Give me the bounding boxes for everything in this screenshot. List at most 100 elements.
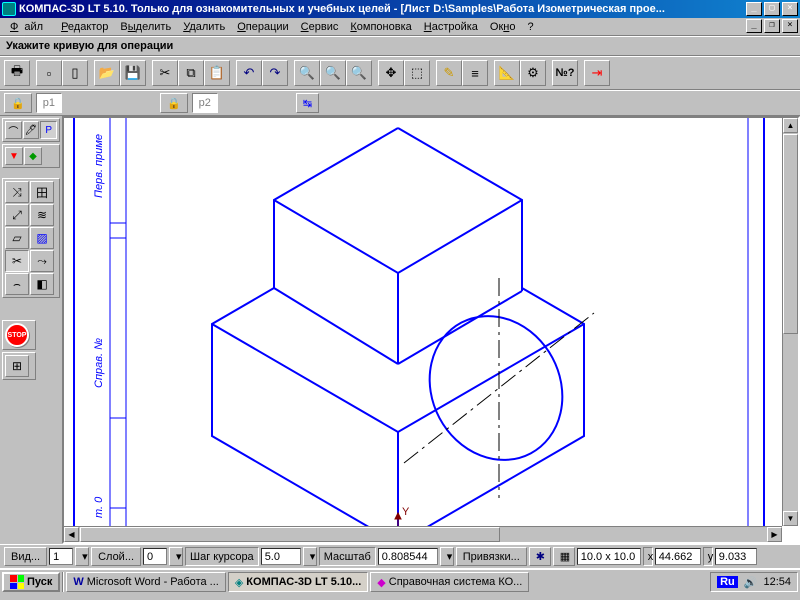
tab-geometry[interactable]: ⌒ <box>5 121 22 139</box>
tool-deform[interactable]: ▱ <box>5 227 29 249</box>
tool-mirror[interactable]: ≋ <box>30 204 54 226</box>
tool-scale[interactable]: ⤢ <box>5 204 29 226</box>
tab-edit[interactable]: P <box>40 121 57 139</box>
tab-annotations[interactable]: ▼ <box>5 147 23 165</box>
view-value[interactable]: 1 <box>49 548 73 565</box>
minimize-button[interactable]: _ <box>746 2 762 16</box>
print-button[interactable]: 🖶 <box>4 60 30 86</box>
layer-value[interactable]: 0 <box>143 548 167 565</box>
scroll-down-button[interactable]: ▼ <box>783 511 798 526</box>
save-button[interactable]: 💾 <box>120 60 146 86</box>
menu-service[interactable]: Сервис <box>301 21 339 33</box>
measure-button[interactable]: 📐 <box>494 60 520 86</box>
new-sheet-button[interactable]: ▯ <box>62 60 88 86</box>
zoom-window-button[interactable]: ⬚ <box>404 60 430 86</box>
menu-layout[interactable]: Компоновка <box>350 21 411 33</box>
open-button[interactable]: 📂 <box>94 60 120 86</box>
grid-toggle-button[interactable]: ▦ <box>553 547 575 566</box>
mdi-close-button[interactable]: × <box>782 19 798 33</box>
tool-copy[interactable]: ▨ <box>30 227 54 249</box>
context-help-button[interactable]: №? <box>552 60 578 86</box>
paste-button[interactable]: 📋 <box>204 60 230 86</box>
tab-dimensions[interactable]: 🖊 <box>23 121 40 139</box>
side-text-bottom: Справ. № <box>93 338 105 388</box>
menu-help[interactable]: ? <box>528 21 534 33</box>
horizontal-scrollbar[interactable]: ◀ ▶ <box>64 526 782 542</box>
task-word[interactable]: WMicrosoft Word - Работа ... <box>66 572 225 592</box>
v-scroll-thumb[interactable] <box>783 134 798 334</box>
snap-button[interactable]: Привязки... <box>456 547 527 566</box>
x-label: x <box>643 547 653 566</box>
tray-icon[interactable]: 🔊 <box>744 576 758 589</box>
mdi-restore-button[interactable]: ❐ <box>764 19 780 33</box>
layer-dropdown[interactable]: ▾ <box>169 547 183 566</box>
step-dropdown[interactable]: ▾ <box>303 547 317 566</box>
drawing-canvas[interactable]: Перв. приме Справ. № т. 0 <box>62 116 800 544</box>
menu-editor[interactable]: Редактор <box>61 21 108 33</box>
scale-dropdown[interactable]: ▾ <box>440 547 454 566</box>
copy-button[interactable]: ⧉ <box>178 60 204 86</box>
p2-lock-button[interactable]: 🔒 <box>160 93 188 113</box>
scroll-left-button[interactable]: ◀ <box>64 527 79 542</box>
task-kompas[interactable]: ◈КОМПАС-3D LT 5.10... <box>228 572 368 592</box>
mdi-minimize-button[interactable]: _ <box>746 19 762 33</box>
view-dropdown[interactable]: ▾ <box>75 547 89 566</box>
zoom-in-button[interactable]: 🔍 <box>294 60 320 86</box>
edit-tool-button[interactable]: ✎ <box>436 60 462 86</box>
language-indicator[interactable]: Ru <box>717 576 738 588</box>
app-icon <box>2 2 16 16</box>
menu-delete[interactable]: Удалить <box>183 21 225 33</box>
menu-window[interactable]: Окно <box>490 21 516 33</box>
zoom-fit-button[interactable]: 🔍 <box>346 60 372 86</box>
scroll-right-button[interactable]: ▶ <box>767 527 782 542</box>
auto-create-button[interactable]: ⊞ <box>5 355 29 377</box>
view-button[interactable]: Вид... <box>4 547 47 566</box>
maximize-button[interactable]: ▢ <box>764 2 780 16</box>
side-text-extra: т. 0 <box>93 496 105 518</box>
layer-button[interactable]: Слой... <box>91 547 141 566</box>
window-titlebar: КОМПАС-3D LT 5.10. Только для ознакомите… <box>0 0 800 18</box>
cut-button[interactable]: ✂ <box>152 60 178 86</box>
tool-palettes: ⌒ 🖊 P ▼ ◆ ⤨ 田 ⤢ ≋ ▱ ▨ ✂ ⤳ ⌢ ◧ STOP ⊞ <box>0 116 62 544</box>
tool-trim[interactable]: ✂ <box>5 250 29 272</box>
tool-extend[interactable]: ⤳ <box>30 250 54 272</box>
tool-chamfer[interactable]: ◧ <box>30 273 54 295</box>
step-label: Шаг курсора <box>185 547 259 566</box>
direction-button[interactable]: ↹ <box>296 93 319 113</box>
undo-button[interactable]: ↶ <box>236 60 262 86</box>
new-doc-button[interactable]: ▫ <box>36 60 62 86</box>
scroll-up-button[interactable]: ▲ <box>783 118 798 133</box>
pan-button[interactable]: ✥ <box>378 60 404 86</box>
scale-value[interactable]: 0.808544 <box>378 548 438 565</box>
tab-symbols[interactable]: ◆ <box>24 147 42 165</box>
properties-button[interactable]: ≡ <box>462 60 488 86</box>
step-value[interactable]: 5.0 <box>261 548 301 565</box>
tool-move[interactable]: ⤨ <box>5 181 29 203</box>
windows-taskbar: Пуск WMicrosoft Word - Работа ... ◈КОМПА… <box>0 568 800 594</box>
p1-field[interactable]: p1 <box>36 93 62 113</box>
menu-operations[interactable]: Операции <box>237 21 288 33</box>
p1-lock-button[interactable]: 🔒 <box>4 93 32 113</box>
start-button[interactable]: Пуск <box>2 572 60 592</box>
menu-settings[interactable]: Настройка <box>424 21 478 33</box>
task-help[interactable]: ◆Справочная система КО... <box>370 572 529 592</box>
h-scroll-thumb[interactable] <box>80 527 500 542</box>
menu-select[interactable]: Выделить <box>120 21 171 33</box>
redo-button[interactable]: ↷ <box>262 60 288 86</box>
vertical-scrollbar[interactable]: ▲ ▼ <box>782 118 798 526</box>
tool-rotate[interactable]: 田 <box>30 181 54 203</box>
zoom-out-button[interactable]: 🔍 <box>320 60 346 86</box>
exit-button[interactable]: ⇥ <box>584 60 610 86</box>
menu-file[interactable]: Файл <box>10 21 49 33</box>
y-value: 9.033 <box>715 548 757 565</box>
tool-fillet[interactable]: ⌢ <box>5 273 29 295</box>
close-button[interactable]: × <box>782 2 798 16</box>
clock: 12:54 <box>763 576 791 588</box>
main-toolbar: 🖶 ▫ ▯ 📂 💾 ✂ ⧉ 📋 ↶ ↷ 🔍 🔍 🔍 ✥ ⬚ ✎ ≡ 📐 ⚙ №?… <box>0 56 800 90</box>
p2-field[interactable]: p2 <box>192 93 218 113</box>
snap-toggle-button[interactable]: ✱ <box>529 547 551 566</box>
grid-value[interactable]: 10.0 x 10.0 <box>577 548 641 565</box>
window-title: КОМПАС-3D LT 5.10. Только для ознакомите… <box>19 3 744 15</box>
stop-button[interactable]: STOP <box>5 323 29 347</box>
settings-button[interactable]: ⚙ <box>520 60 546 86</box>
